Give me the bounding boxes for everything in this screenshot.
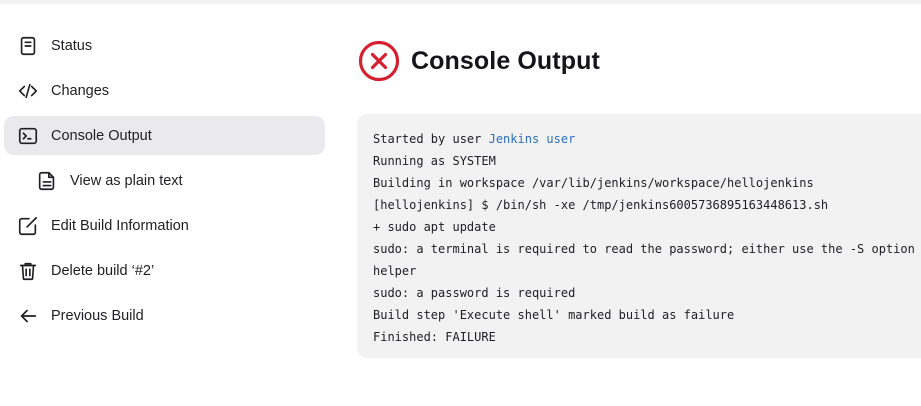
user-link[interactable]: Jenkins user — [489, 132, 576, 146]
console-line: + sudo apt update — [373, 220, 496, 234]
top-bar — [0, 0, 921, 4]
console-line: helper — [373, 264, 417, 278]
trash-icon — [17, 260, 39, 282]
file-text-icon — [36, 170, 58, 192]
console-line: [hellojenkins] $ /bin/sh -xe /tmp/jenkin… — [373, 198, 829, 212]
sidebar-item-label: Changes — [51, 82, 110, 99]
console-line: Finished: FAILURE — [373, 330, 496, 344]
sidebar-item-label: Status — [51, 37, 93, 54]
edit-icon — [17, 215, 39, 237]
console-line: Running as SYSTEM — [373, 154, 496, 168]
console-started-prefix: Started by user — [373, 132, 489, 146]
page-header: Console Output — [358, 40, 600, 82]
document-icon — [17, 35, 39, 57]
console-line: Building in workspace /var/lib/jenkins/w… — [373, 176, 814, 190]
console-line: sudo: a password is required — [373, 286, 576, 300]
sidebar: Status Changes Console Output View as pl… — [4, 26, 325, 341]
sidebar-item-edit-build-information[interactable]: Edit Build Information — [4, 206, 325, 245]
console-output: Started by user Jenkins user Running as … — [357, 114, 921, 358]
console-line: sudo: a terminal is required to read the… — [373, 242, 915, 256]
sidebar-item-previous-build[interactable]: Previous Build — [4, 296, 325, 335]
sidebar-item-console-output[interactable]: Console Output — [4, 116, 325, 155]
console-line: Started by user Jenkins user — [373, 128, 921, 150]
sidebar-item-status[interactable]: Status — [4, 26, 325, 65]
code-icon — [17, 80, 39, 102]
sidebar-item-label: Edit Build Information — [51, 217, 189, 234]
x-circle-icon — [358, 40, 400, 82]
arrow-left-icon — [17, 305, 39, 327]
terminal-icon — [17, 125, 39, 147]
sidebar-item-delete-build[interactable]: Delete build ‘#2’ — [4, 251, 325, 290]
console-line: Build step 'Execute shell' marked build … — [373, 308, 735, 322]
page-title: Console Output — [411, 46, 600, 75]
sidebar-item-label: Previous Build — [51, 307, 144, 324]
sidebar-item-label: View as plain text — [70, 172, 183, 189]
sidebar-item-label: Delete build ‘#2’ — [51, 262, 155, 279]
sidebar-item-changes[interactable]: Changes — [4, 71, 325, 110]
sidebar-item-view-as-plain-text[interactable]: View as plain text — [4, 161, 325, 200]
sidebar-item-label: Console Output — [51, 127, 152, 144]
